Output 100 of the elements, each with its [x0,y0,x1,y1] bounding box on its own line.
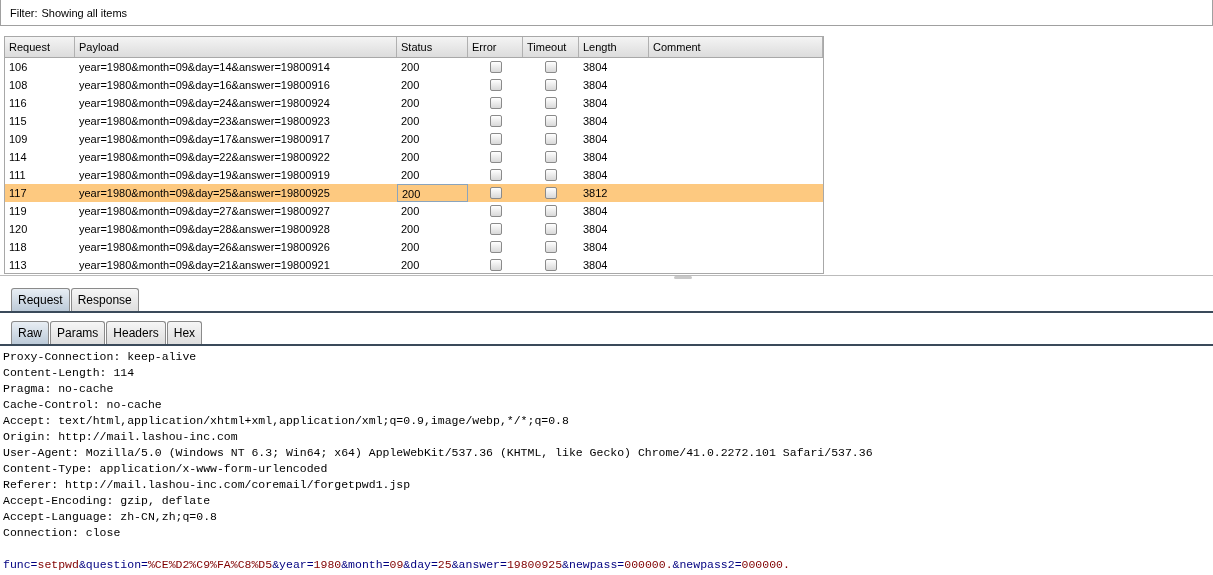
table-cell-text: 109 [8,132,29,147]
filter-label: Filter: [10,6,38,19]
filter-bar[interactable]: Filter: Showing all items [0,0,1213,26]
table-cell-text: 3804 [582,96,609,111]
table-cell-text: year=1980&month=09&day=19&answer=19800919 [78,168,331,183]
table-cell-text: 120 [8,222,29,237]
table-cell-text: 3804 [582,168,609,183]
table-cell-text: 119 [8,204,28,219]
table-cell: 200 [397,184,468,202]
table-cell-text: 115 [8,114,28,129]
header-line: Pragma: no-cache [3,381,115,397]
checkbox[interactable] [545,79,557,91]
checkbox[interactable] [489,61,502,73]
table-cell-text: year=1980&month=09&day=21&answer=19800921 [78,258,331,273]
table-cell-text: 113 [8,258,28,273]
table-cell-text: 3804 [582,222,609,237]
table-cell-text: 118 [8,240,28,255]
table-cell-text: 3804 [582,60,609,75]
table-cell-text: 3804 [582,132,609,147]
table-cell-text: year=1980&month=09&day=26&answer=19800926 [78,240,331,255]
column-header[interactable]: Length [579,37,649,57]
table-cell-text: 200 [400,222,421,237]
checkbox[interactable] [545,115,557,127]
header-line: User-Agent: Mozilla/5.0 (Windows NT 6.3; Win64; x64) AppleWebKit/537.36 (KHTML, like Gecko) Chrome/41.0.2272.101 Safari/537.36 [3,445,874,461]
checkbox[interactable] [545,187,557,199]
splitter-handle[interactable] [673,276,692,279]
table-cell-text: year=1980&month=09&day=16&answer=19800916 [78,78,331,93]
header-line: Content-Type: application/x-www-form-urlencoded [3,461,329,477]
header-line: Proxy-Connection: keep-alive [3,349,198,365]
column-header[interactable]: Payload [75,37,397,57]
tab[interactable]: Headers [106,321,166,344]
tab[interactable]: Hex [166,321,203,344]
table-cell-text: 3804 [582,258,609,273]
table-cell-text: 200 [400,96,421,111]
tab[interactable]: Raw [11,321,49,344]
checkbox[interactable] [545,169,557,181]
header-line: Referer: http://mail.lashou-inc.com/coremail/forgetpwd1.jsp [3,477,412,493]
checkbox[interactable] [489,133,502,145]
header-line: Connection: close [3,525,122,541]
table-cell-text: year=1980&month=09&day=27&answer=19800927 [78,204,331,219]
checkbox[interactable] [489,241,502,253]
checkbox[interactable] [489,259,502,271]
request-body: func=setpwd&question=%CE%D2%C9%FA%C8%D5&year=1980&month=09&day=25&answer=19800925&newpass=000000.&newpass2=000000. [3,557,791,573]
table-row[interactable]: 114 year=1980&month=09&day=22&answer=19800922 200 3804 [5,148,823,166]
filter-text: Showing all items [41,6,128,19]
checkbox[interactable] [545,223,557,235]
table-cell-text: year=1980&month=09&day=22&answer=19800922 [78,150,331,165]
checkbox[interactable] [545,151,557,163]
checkbox[interactable] [489,115,502,127]
table-row[interactable]: 120 year=1980&month=09&day=28&answer=19800928 200 3804 [5,220,823,238]
checkbox[interactable] [545,61,557,73]
header-line: Accept-Language: zh-CN,zh;q=0.8 [3,509,218,525]
checkbox[interactable] [545,241,557,253]
checkbox[interactable] [489,151,502,163]
table-row[interactable]: 117 year=1980&month=09&day=25&answer=19800925 200 3812 [5,184,823,202]
table-cell-text: 200 [400,78,421,93]
table-cell-text: 114 [8,150,28,165]
column-header[interactable]: Request [5,37,75,57]
table-row[interactable]: 116 year=1980&month=09&day=24&answer=19800924 200 3804 [5,94,823,112]
checkbox[interactable] [489,79,502,91]
checkbox[interactable] [489,223,502,235]
tab[interactable]: Response [70,288,139,311]
table-row[interactable]: 118 year=1980&month=09&day=26&answer=19800926 200 3804 [5,238,823,256]
table-cell-text: 3804 [582,204,609,219]
checkbox[interactable] [545,259,557,271]
table-cell-text: 3804 [582,240,609,255]
header-line: Accept: text/html,application/xhtml+xml,application/xml;q=0.9,image/webp,*/*;q=0.8 [3,413,570,429]
table-cell-text: 200 [400,60,421,75]
table-row[interactable]: 113 year=1980&month=09&day=21&answer=19800921 200 3804 [5,256,823,273]
checkbox[interactable] [489,205,502,217]
checkbox[interactable] [489,169,502,181]
tab[interactable]: Params [50,321,106,344]
table-cell-text: year=1980&month=09&day=17&answer=19800917 [78,132,331,147]
header-line: Accept-Encoding: gzip, deflate [3,493,212,509]
table-cell-text: 116 [8,96,28,111]
table-cell-text: 200 [400,150,421,165]
tab[interactable]: Request [11,288,70,311]
column-header[interactable]: Comment [649,37,823,57]
table-row[interactable]: 109 year=1980&month=09&day=17&answer=19800917 200 3804 [5,130,823,148]
table-cell-text: 3804 [582,78,609,93]
table-cell-text: 200 [400,168,421,183]
checkbox[interactable] [545,205,557,217]
table-cell-text: 106 [8,60,29,75]
checkbox[interactable] [545,133,557,145]
table-cell-text: year=1980&month=09&day=25&answer=19800925 [78,186,331,201]
column-header[interactable]: Timeout [523,37,579,57]
table-cell-text: 200 [400,258,421,273]
checkbox[interactable] [489,187,502,199]
column-header[interactable]: Error [468,37,523,57]
checkbox[interactable] [545,97,557,109]
table-row[interactable]: 115 year=1980&month=09&day=23&answer=19800923 200 3804 [5,112,823,130]
table-row[interactable]: 119 year=1980&month=09&day=27&answer=19800927 200 3804 [5,202,823,220]
table-row[interactable]: 106 year=1980&month=09&day=14&answer=19800914 200 3804 [5,58,823,76]
table-cell-text: 3804 [582,114,609,129]
header-line: Origin: http://mail.lashou-inc.com [3,429,239,445]
table-row[interactable]: 108 year=1980&month=09&day=16&answer=19800916 200 3804 [5,76,823,94]
table-row[interactable]: 111 year=1980&month=09&day=19&answer=19800919 200 3804 [5,166,823,184]
checkbox[interactable] [489,97,502,109]
table-cell-text: 3804 [582,150,609,165]
column-header[interactable]: Status [397,37,468,57]
